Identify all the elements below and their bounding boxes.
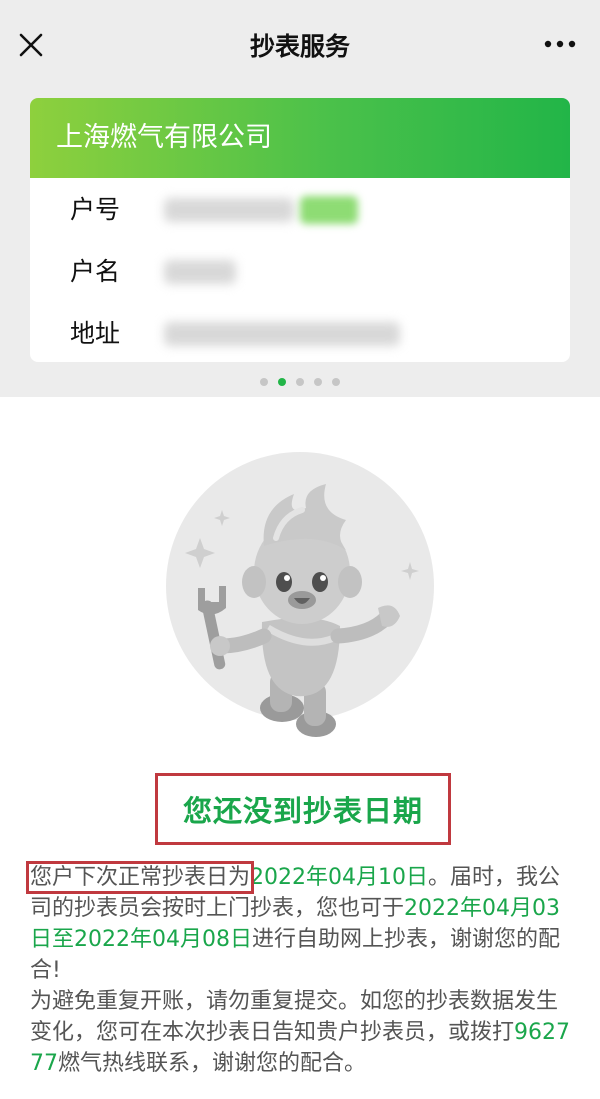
account-badge-redacted	[300, 196, 358, 224]
status-title: 您还没到抄表日期	[182, 794, 423, 828]
next-reading-label: 您户下次正常抄表日为	[25, 861, 255, 894]
pagination-dot[interactable]	[332, 378, 340, 386]
pagination-dot[interactable]	[260, 378, 268, 386]
account-name-value-redacted	[164, 260, 236, 284]
account-number-row: 户号	[70, 190, 550, 230]
address-label: 地址	[70, 319, 121, 348]
info-text-4: 燃气热线联系，谢谢您的配合。	[58, 1051, 367, 1076]
account-number-value-redacted	[164, 198, 294, 222]
account-number-label: 户号	[70, 195, 121, 224]
more-icon	[544, 40, 576, 48]
account-card[interactable]: 上海燃气有限公司 户号 户名 地址	[30, 98, 570, 362]
account-name-label: 户名	[70, 257, 121, 286]
address-value-redacted	[164, 322, 400, 346]
next-reading-date: 2022年04月10日	[250, 865, 428, 890]
status-highlight-box: 您还没到抄表日期	[155, 773, 451, 845]
account-card-carousel[interactable]: 上海燃气有限公司 户号 户名 地址	[0, 92, 600, 397]
reading-info-text: 您户下次正常抄表日为2022年04月10日。届时，我公司的抄表员会按时上门抄表，…	[25, 861, 575, 1079]
mascot-illustration	[164, 450, 436, 760]
top-bar: 抄表服务	[0, 0, 600, 92]
pagination-dot[interactable]	[314, 378, 322, 386]
pagination-dot[interactable]	[296, 378, 304, 386]
address-row: 地址	[70, 314, 550, 354]
carousel-pagination	[0, 378, 600, 386]
more-button[interactable]	[542, 36, 578, 52]
card-header: 上海燃气有限公司	[30, 98, 570, 178]
info-text-3: 为避免重复开账，请勿重复提交。如您的抄表数据发生变化，您可在本次抄表日告知贵户抄…	[30, 989, 559, 1045]
page-title: 抄表服务	[249, 32, 350, 61]
account-name-row: 户名	[70, 252, 550, 292]
company-name: 上海燃气有限公司	[56, 122, 272, 153]
pagination-dot-active[interactable]	[278, 378, 286, 386]
